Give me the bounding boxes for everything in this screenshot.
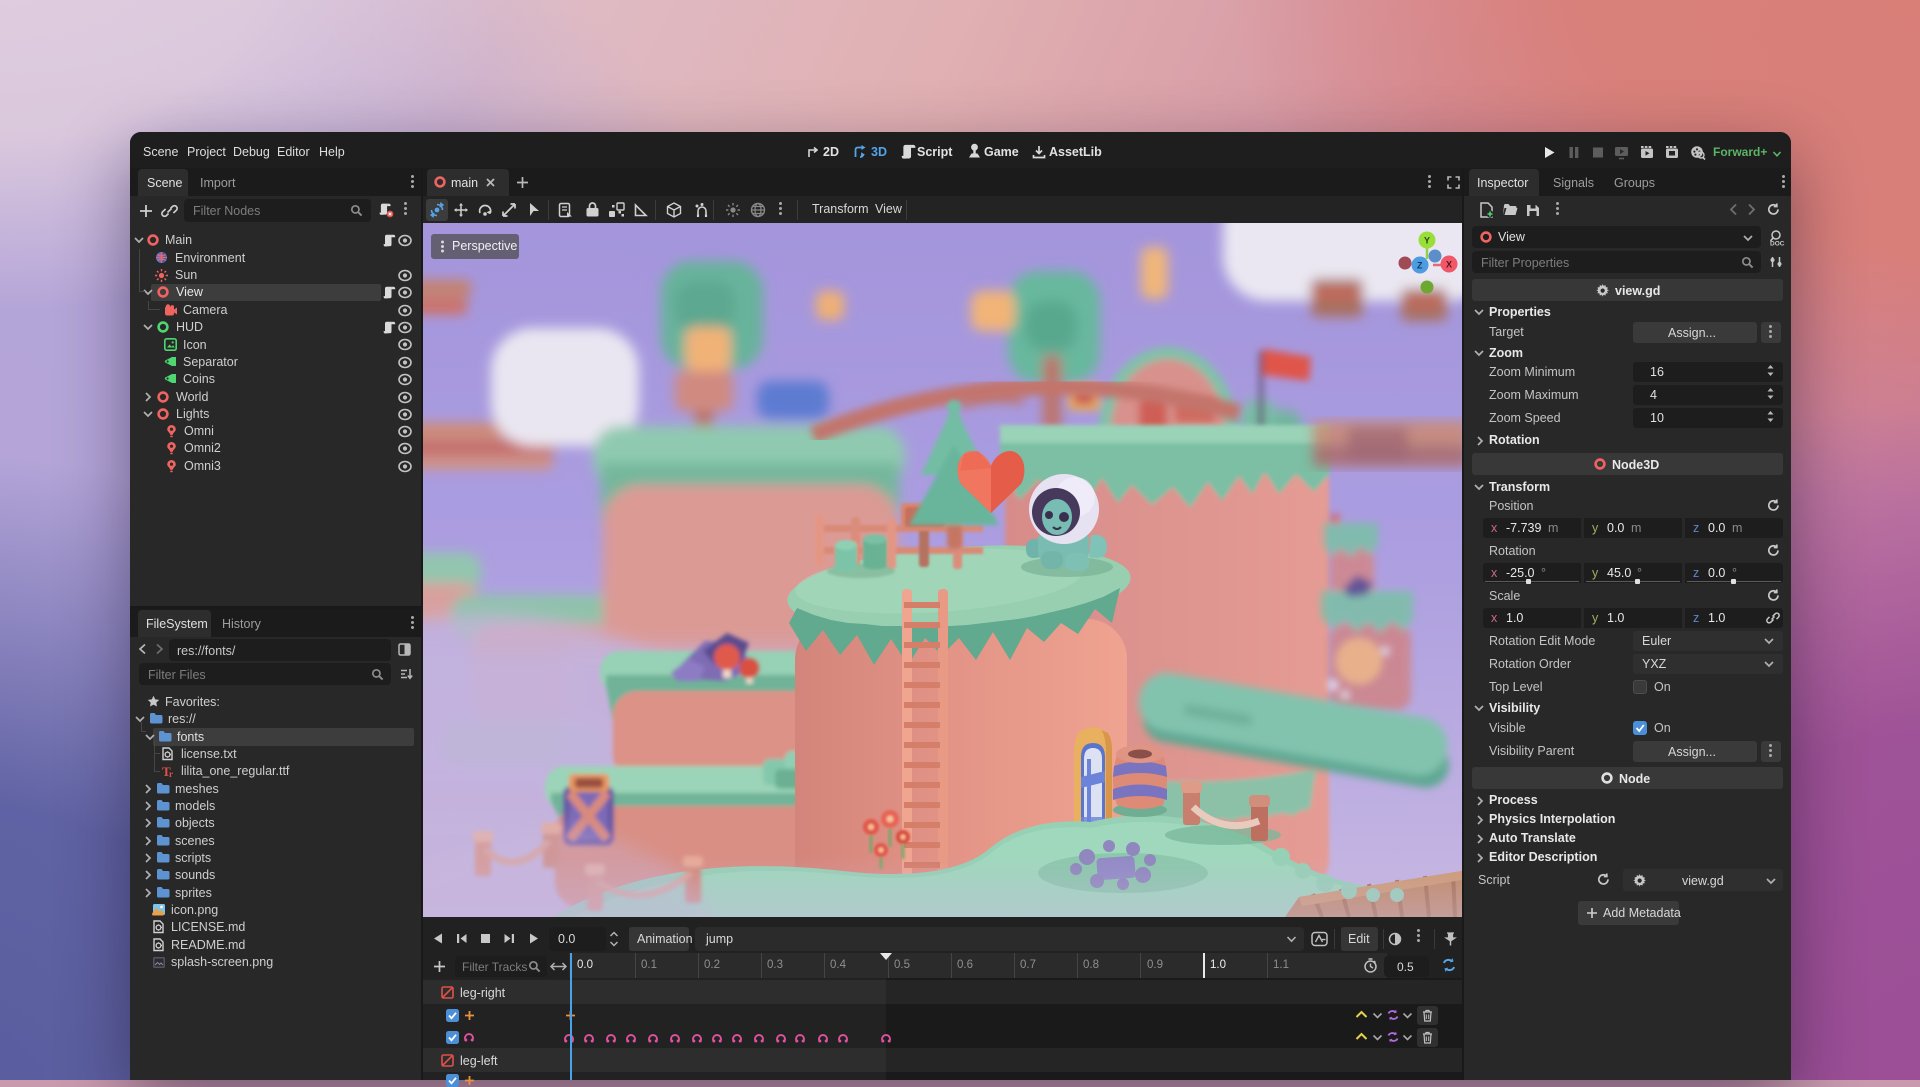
svg-text:Z: Z bbox=[1417, 261, 1423, 271]
svg-text:r: r bbox=[169, 769, 173, 779]
svg-text:DOC: DOC bbox=[1770, 241, 1785, 248]
svg-text:X: X bbox=[1446, 260, 1452, 270]
svg-text:Y: Y bbox=[1424, 236, 1430, 246]
